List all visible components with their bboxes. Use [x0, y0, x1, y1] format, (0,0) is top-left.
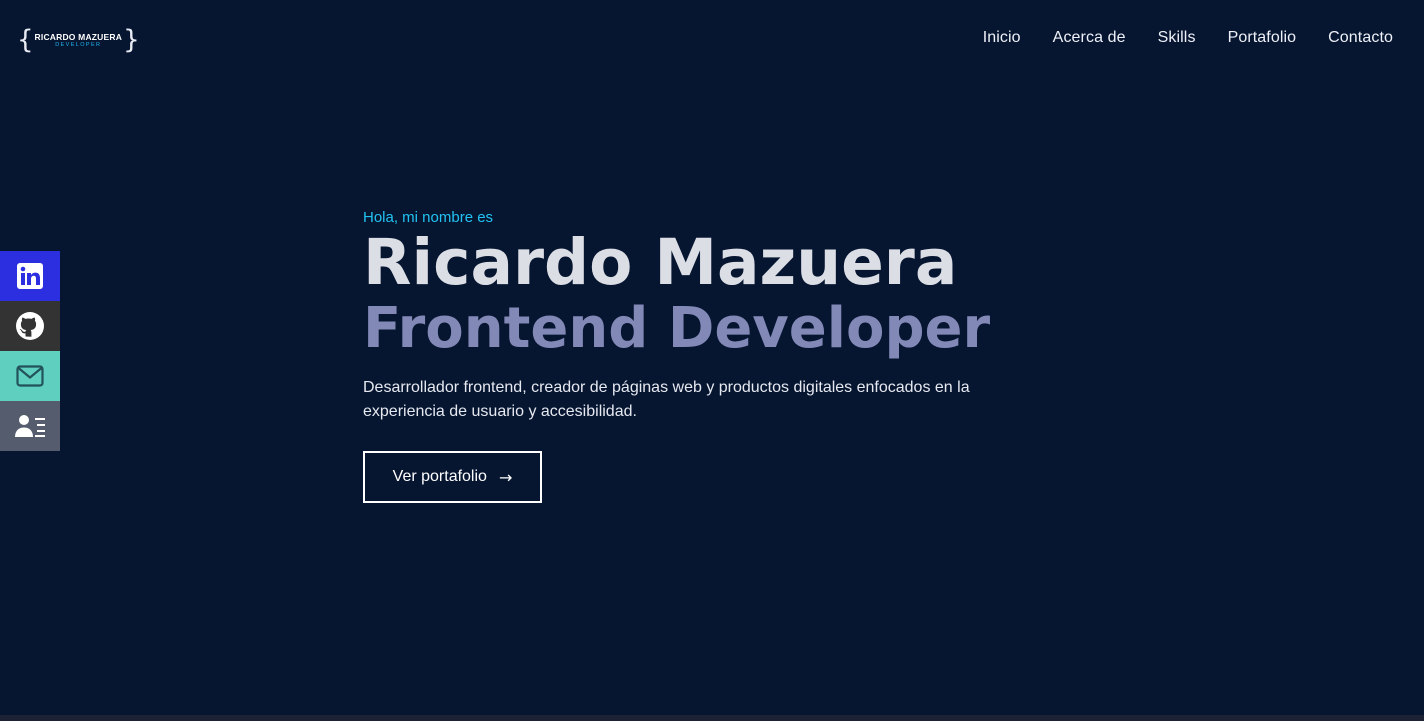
- email-link[interactable]: [0, 351, 60, 401]
- linkedin-icon: [17, 263, 43, 289]
- nav-item-acerca-de[interactable]: Acerca de: [1053, 28, 1126, 48]
- logo[interactable]: { RICARDO MAZUERA DEVELOPER }: [17, 25, 140, 55]
- logo-brace-close: }: [123, 25, 140, 55]
- hero-name: Ricardo Mazuera: [363, 226, 958, 299]
- github-icon: [16, 312, 44, 340]
- logo-name: RICARDO MAZUERA: [34, 31, 123, 42]
- logo-subtitle: DEVELOPER: [55, 41, 102, 48]
- main-nav: Inicio Acerca de Skills Portafolio Conta…: [983, 28, 1393, 48]
- social-sidebar: [0, 251, 60, 451]
- hero-role: Frontend Developer: [363, 296, 991, 361]
- bottom-edge: [0, 715, 1424, 721]
- page: { RICARDO MAZUERA DEVELOPER } Inicio Ace…: [0, 0, 1424, 721]
- view-portfolio-button[interactable]: Ver portafolio →: [363, 451, 542, 503]
- hero-section: Hola, mi nombre es Ricardo Mazuera Front…: [363, 207, 1063, 424]
- logo-text: RICARDO MAZUERA DEVELOPER: [35, 32, 123, 49]
- linkedin-link[interactable]: [0, 251, 60, 301]
- arrow-right-icon: →: [498, 467, 513, 487]
- resume-icon: [15, 415, 45, 437]
- hero-description: Desarrollador frontend, creador de págin…: [363, 379, 970, 420]
- nav-item-contacto[interactable]: Contacto: [1328, 28, 1393, 48]
- nav-item-inicio[interactable]: Inicio: [983, 28, 1021, 48]
- logo-brace-open: {: [17, 25, 34, 55]
- nav-item-skills[interactable]: Skills: [1158, 28, 1196, 48]
- nav-item-portafolio[interactable]: Portafolio: [1228, 28, 1297, 48]
- mail-icon: [16, 365, 44, 387]
- github-link[interactable]: [0, 301, 60, 351]
- view-portfolio-label: Ver portafolio: [392, 468, 487, 485]
- resume-link[interactable]: [0, 401, 60, 451]
